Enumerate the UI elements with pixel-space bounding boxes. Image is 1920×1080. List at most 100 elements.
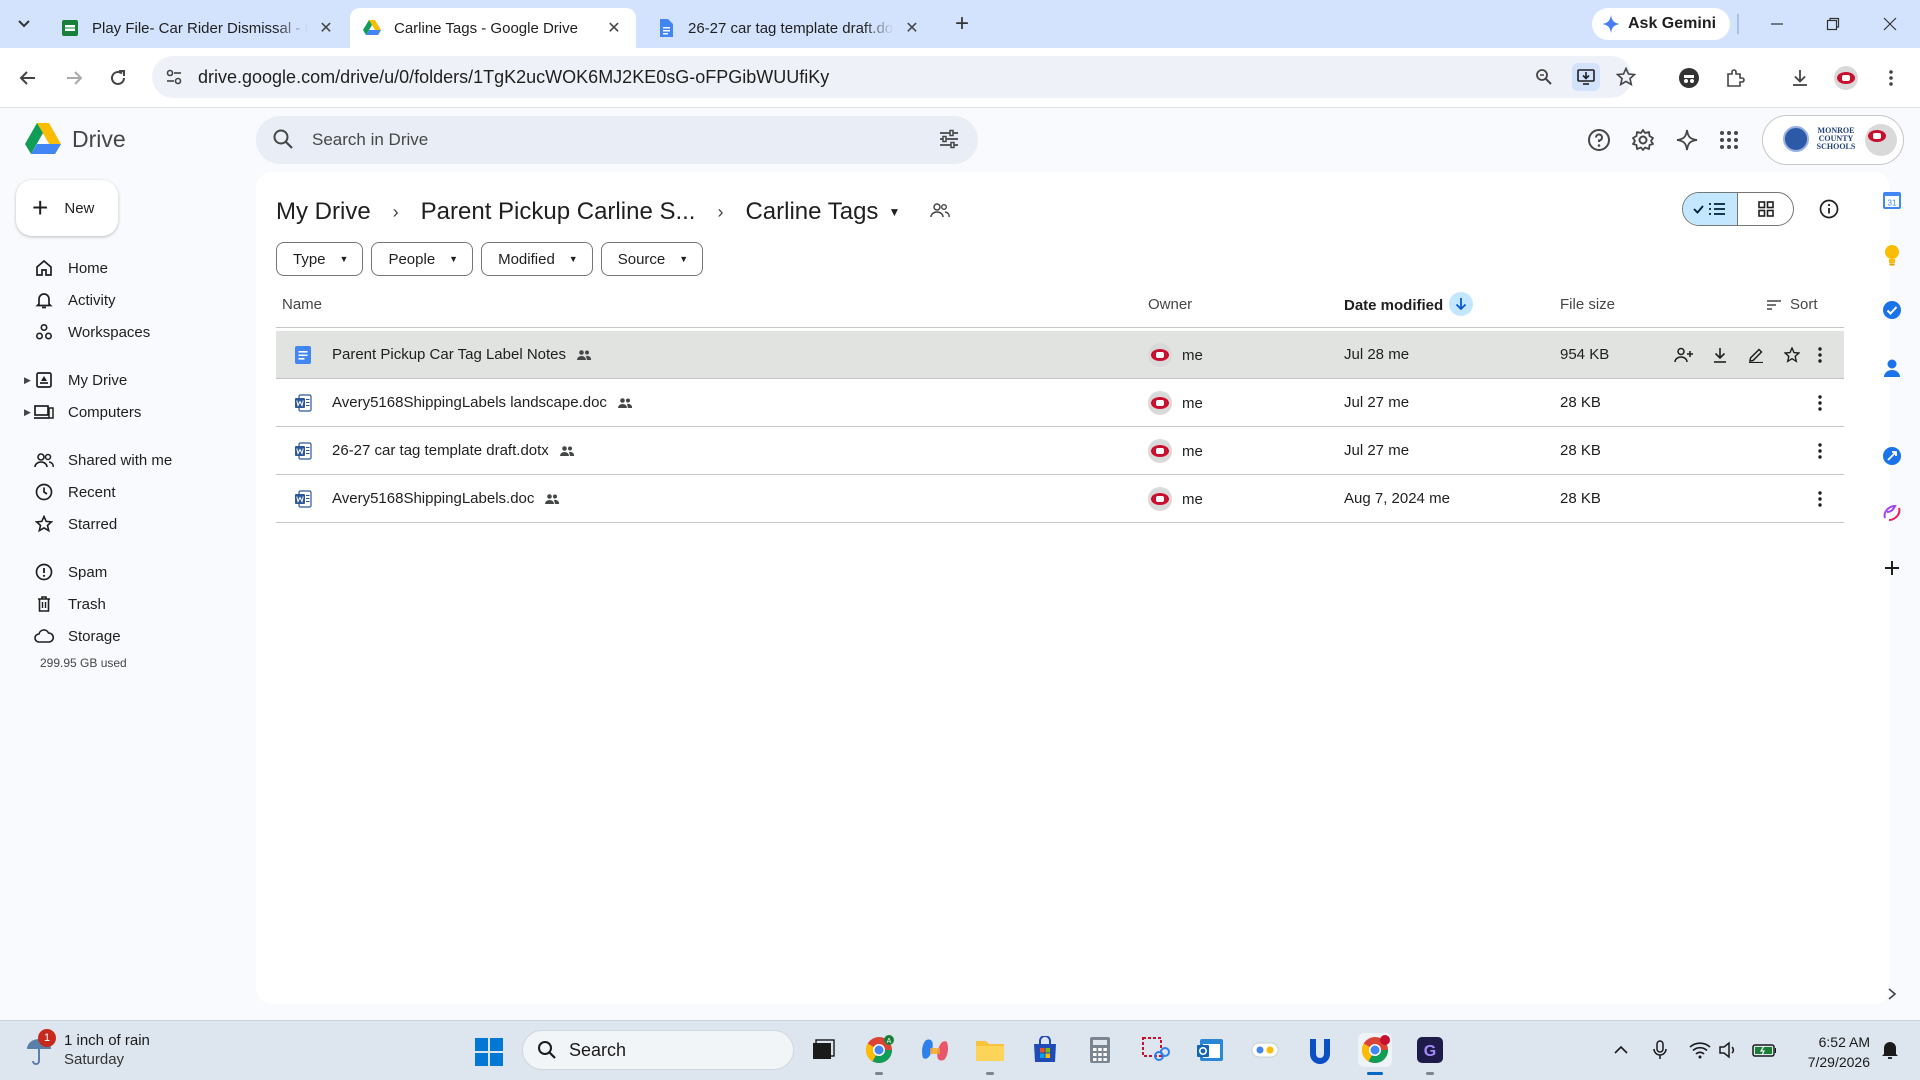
grid-view-button[interactable] bbox=[1738, 193, 1793, 225]
bookmark-star-icon[interactable] bbox=[1614, 65, 1638, 89]
minimize-icon[interactable] bbox=[1765, 12, 1789, 36]
calendar-icon[interactable]: 31 bbox=[1880, 188, 1904, 212]
sidebar-item-spam[interactable]: Spam bbox=[24, 556, 244, 588]
copilot-icon[interactable] bbox=[918, 1033, 952, 1067]
restore-icon[interactable] bbox=[1821, 12, 1845, 36]
more-actions-kebab-icon[interactable] bbox=[1808, 391, 1832, 415]
google-apps-grid-icon[interactable] bbox=[1716, 127, 1742, 153]
search-options-tune-icon[interactable] bbox=[938, 128, 960, 150]
new-button[interactable]: + New bbox=[16, 180, 118, 236]
extensions-puzzle-icon[interactable] bbox=[1722, 65, 1748, 91]
filter-type-chip[interactable]: Type ▼ bbox=[276, 242, 364, 276]
new-tab-plus-icon[interactable]: + bbox=[950, 10, 974, 37]
rename-pencil-icon[interactable] bbox=[1744, 343, 1768, 367]
breadcrumb-my-drive[interactable]: My Drive bbox=[276, 198, 371, 226]
addon-flower-icon[interactable] bbox=[1880, 500, 1904, 524]
filter-people-chip[interactable]: People ▼ bbox=[371, 242, 474, 276]
share-person-add-icon[interactable] bbox=[1672, 343, 1696, 367]
account-switcher[interactable]: MONROE COUNTY SCHOOLS bbox=[1762, 115, 1904, 165]
snipping-tool-icon[interactable] bbox=[1138, 1033, 1172, 1067]
browser-tab-play-file[interactable]: Play File- Car Rider Dismissal - F ✕ bbox=[48, 8, 348, 48]
show-hidden-icons-chevron-up-icon[interactable] bbox=[1609, 1038, 1633, 1062]
install-app-icon[interactable] bbox=[1572, 63, 1600, 91]
expand-caret-icon[interactable]: ▶ bbox=[24, 375, 31, 386]
sidebar-item-my-drive[interactable]: ▶ My Drive bbox=[24, 364, 244, 396]
help-icon[interactable] bbox=[1586, 127, 1612, 153]
phone-link-icon[interactable] bbox=[1248, 1033, 1282, 1067]
forward-arrow-icon[interactable] bbox=[60, 64, 88, 92]
settings-gear-icon[interactable] bbox=[1630, 127, 1656, 153]
downloads-icon[interactable] bbox=[1787, 65, 1813, 91]
download-icon[interactable] bbox=[1708, 343, 1732, 367]
tasks-check-icon[interactable] bbox=[1880, 298, 1904, 322]
chrome-profile-a-icon[interactable]: A bbox=[862, 1033, 896, 1075]
profile-avatar[interactable] bbox=[1833, 65, 1859, 91]
back-arrow-icon[interactable] bbox=[14, 64, 42, 92]
drive-search-bar[interactable]: Search in Drive bbox=[256, 116, 978, 164]
tab-close-icon[interactable]: ✕ bbox=[604, 18, 624, 38]
sidebar-item-recent[interactable]: Recent bbox=[24, 476, 244, 508]
sort-button[interactable]: Sort bbox=[1766, 296, 1818, 313]
more-actions-kebab-icon[interactable] bbox=[1808, 439, 1832, 463]
reload-icon[interactable] bbox=[104, 64, 132, 92]
battery-charging-icon[interactable] bbox=[1752, 1038, 1776, 1062]
microsoft-store-icon[interactable] bbox=[1028, 1033, 1062, 1067]
url-text[interactable]: drive.google.com/drive/u/0/folders/1TgK2… bbox=[198, 67, 829, 88]
breadcrumb-parent-folder[interactable]: Parent Pickup Carline S... bbox=[421, 198, 696, 226]
table-row[interactable]: Avery5168ShippingLabels landscape.doc me… bbox=[276, 379, 1844, 427]
column-header-file-size[interactable]: File size bbox=[1560, 296, 1615, 313]
add-star-icon[interactable] bbox=[1780, 343, 1804, 367]
get-addons-plus-icon[interactable] bbox=[1880, 556, 1904, 580]
volume-speaker-icon[interactable] bbox=[1716, 1038, 1740, 1062]
taskbar-search-box[interactable]: Search bbox=[522, 1030, 794, 1070]
taskbar-clock[interactable]: 6:52 AM 7/29/2026 bbox=[1790, 1032, 1870, 1072]
contacts-person-icon[interactable] bbox=[1880, 356, 1904, 380]
sync-addon-icon[interactable] bbox=[1880, 444, 1904, 468]
sidebar-item-home[interactable]: Home bbox=[24, 252, 244, 284]
sidebar-item-activity[interactable]: Activity bbox=[24, 284, 244, 316]
gemini-sparkle-icon[interactable] bbox=[1674, 127, 1700, 153]
site-settings-icon[interactable] bbox=[162, 65, 186, 89]
chrome-active-icon[interactable] bbox=[1358, 1033, 1392, 1075]
sidebar-item-storage[interactable]: Storage bbox=[24, 620, 244, 652]
column-header-name[interactable]: Name bbox=[282, 296, 322, 313]
browser-tab-template-draft[interactable]: 26-27 car tag template draft.do ✕ bbox=[644, 8, 934, 48]
gradient-app-g-icon[interactable]: G bbox=[1413, 1033, 1447, 1075]
incognito-extension-icon[interactable] bbox=[1676, 65, 1702, 91]
calculator-icon[interactable] bbox=[1083, 1033, 1117, 1067]
outlook-calendar-icon[interactable] bbox=[1193, 1033, 1227, 1067]
hide-side-panel-chevron-icon[interactable] bbox=[1880, 982, 1904, 1006]
windows-start-icon[interactable] bbox=[474, 1037, 504, 1067]
ask-gemini-button[interactable]: Ask Gemini bbox=[1592, 8, 1731, 40]
task-view-icon[interactable] bbox=[806, 1033, 840, 1067]
column-header-owner[interactable]: Owner bbox=[1148, 296, 1192, 313]
list-view-button[interactable] bbox=[1683, 193, 1739, 225]
table-row[interactable]: Avery5168ShippingLabels.doc me Aug 7, 20… bbox=[276, 475, 1844, 523]
browser-tab-carline-tags[interactable]: Carline Tags - Google Drive ✕ bbox=[350, 8, 636, 48]
table-row[interactable]: 26-27 car tag template draft.dotx me Jul… bbox=[276, 427, 1844, 475]
sidebar-item-computers[interactable]: ▶ Computers bbox=[24, 396, 244, 428]
sidebar-item-workspaces[interactable]: Workspaces bbox=[24, 316, 244, 348]
close-window-icon[interactable] bbox=[1878, 12, 1902, 36]
file-explorer-icon[interactable] bbox=[973, 1033, 1007, 1075]
more-actions-kebab-icon[interactable] bbox=[1808, 487, 1832, 511]
intune-u-icon[interactable] bbox=[1303, 1033, 1337, 1067]
chrome-menu-kebab-icon[interactable] bbox=[1878, 65, 1904, 91]
filter-modified-chip[interactable]: Modified ▼ bbox=[481, 242, 593, 276]
sidebar-item-starred[interactable]: Starred bbox=[24, 508, 244, 540]
microphone-icon[interactable] bbox=[1648, 1038, 1672, 1062]
sidebar-item-shared-with-me[interactable]: Shared with me bbox=[24, 444, 244, 476]
tab-search-chevron-icon[interactable] bbox=[10, 10, 38, 38]
keep-bulb-icon[interactable] bbox=[1880, 243, 1904, 267]
wifi-icon[interactable] bbox=[1688, 1038, 1712, 1062]
breadcrumb-current-folder[interactable]: Carline Tags ▼ bbox=[745, 198, 951, 226]
more-actions-kebab-icon[interactable] bbox=[1808, 343, 1832, 367]
tab-close-icon[interactable]: ✕ bbox=[902, 18, 922, 38]
expand-caret-icon[interactable]: ▶ bbox=[24, 407, 31, 418]
drive-logo[interactable]: Drive bbox=[24, 122, 126, 156]
notifications-bell-icon[interactable] bbox=[1878, 1038, 1902, 1062]
weather-widget[interactable]: 1 1 inch of rain Saturday bbox=[24, 1029, 150, 1069]
sidebar-item-trash[interactable]: Trash bbox=[24, 588, 244, 620]
address-bar[interactable]: drive.google.com/drive/u/0/folders/1TgK2… bbox=[152, 56, 1636, 98]
zoom-icon[interactable] bbox=[1532, 65, 1556, 89]
